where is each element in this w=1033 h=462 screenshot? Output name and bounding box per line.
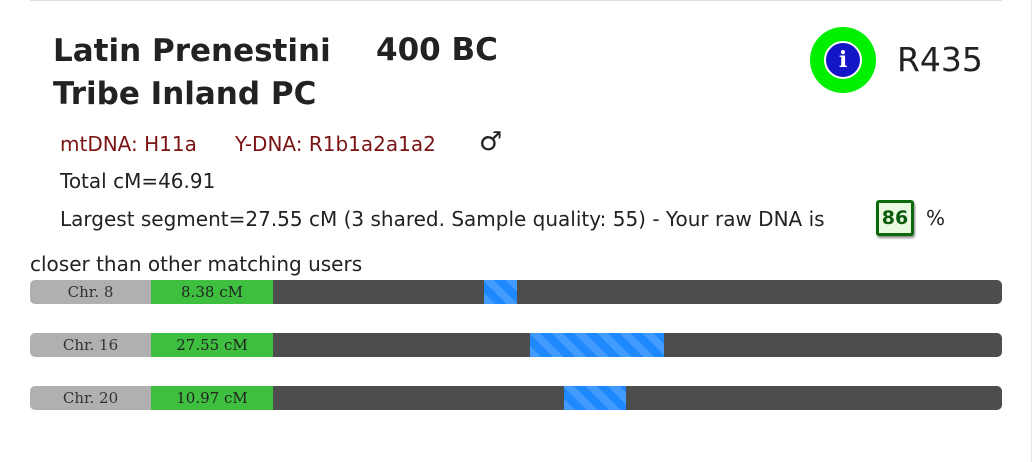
chromosome-cm: 8.38 cM bbox=[151, 280, 273, 304]
chromosome-track bbox=[273, 386, 1002, 410]
male-icon: ♂ bbox=[479, 127, 503, 157]
chromosome-label: Chr. 20 bbox=[30, 386, 151, 410]
population-title: Latin Prenestini Tribe Inland PC bbox=[53, 30, 331, 116]
chromosome-cm: 27.55 cM bbox=[151, 333, 273, 357]
sample-id: R435 bbox=[897, 40, 983, 79]
right-divider bbox=[1031, 0, 1032, 462]
chromosome-label: Chr. 16 bbox=[30, 333, 151, 357]
chromosome-track bbox=[273, 280, 1002, 304]
population-title-line1: Latin Prenestini bbox=[53, 33, 331, 69]
chromosome-track bbox=[273, 333, 1002, 357]
era-label: 400 BC bbox=[376, 32, 498, 68]
chromosome-bar-chr20: Chr. 20 10.97 cM bbox=[30, 386, 1002, 410]
top-divider bbox=[30, 0, 1002, 1]
info-icon-glyph: i bbox=[824, 41, 862, 79]
shared-segment[interactable] bbox=[484, 280, 518, 304]
percent-sign: % bbox=[926, 206, 946, 230]
population-title-line2: Tribe Inland PC bbox=[53, 76, 317, 112]
largest-segment-text: Largest segment=27.55 cM (3 shared. Samp… bbox=[60, 207, 825, 231]
chromosome-bar-chr16: Chr. 16 27.55 cM bbox=[30, 333, 1002, 357]
total-cm: Total cM=46.91 bbox=[60, 169, 216, 193]
ydna-haplogroup: Y-DNA: R1b1a2a1a2 bbox=[235, 132, 436, 156]
chromosome-bar-chr8: Chr. 8 8.38 cM bbox=[30, 280, 1002, 304]
info-icon[interactable]: i bbox=[810, 27, 876, 93]
chromosome-cm: 10.97 cM bbox=[151, 386, 273, 410]
mtdna-haplogroup: mtDNA: H11a bbox=[60, 132, 197, 156]
chromosome-label: Chr. 8 bbox=[30, 280, 151, 304]
closer-text: closer than other matching users bbox=[30, 252, 363, 276]
shared-segment[interactable] bbox=[563, 386, 626, 410]
shared-segment[interactable] bbox=[529, 333, 665, 357]
closer-percent-badge: 86 bbox=[876, 200, 914, 236]
